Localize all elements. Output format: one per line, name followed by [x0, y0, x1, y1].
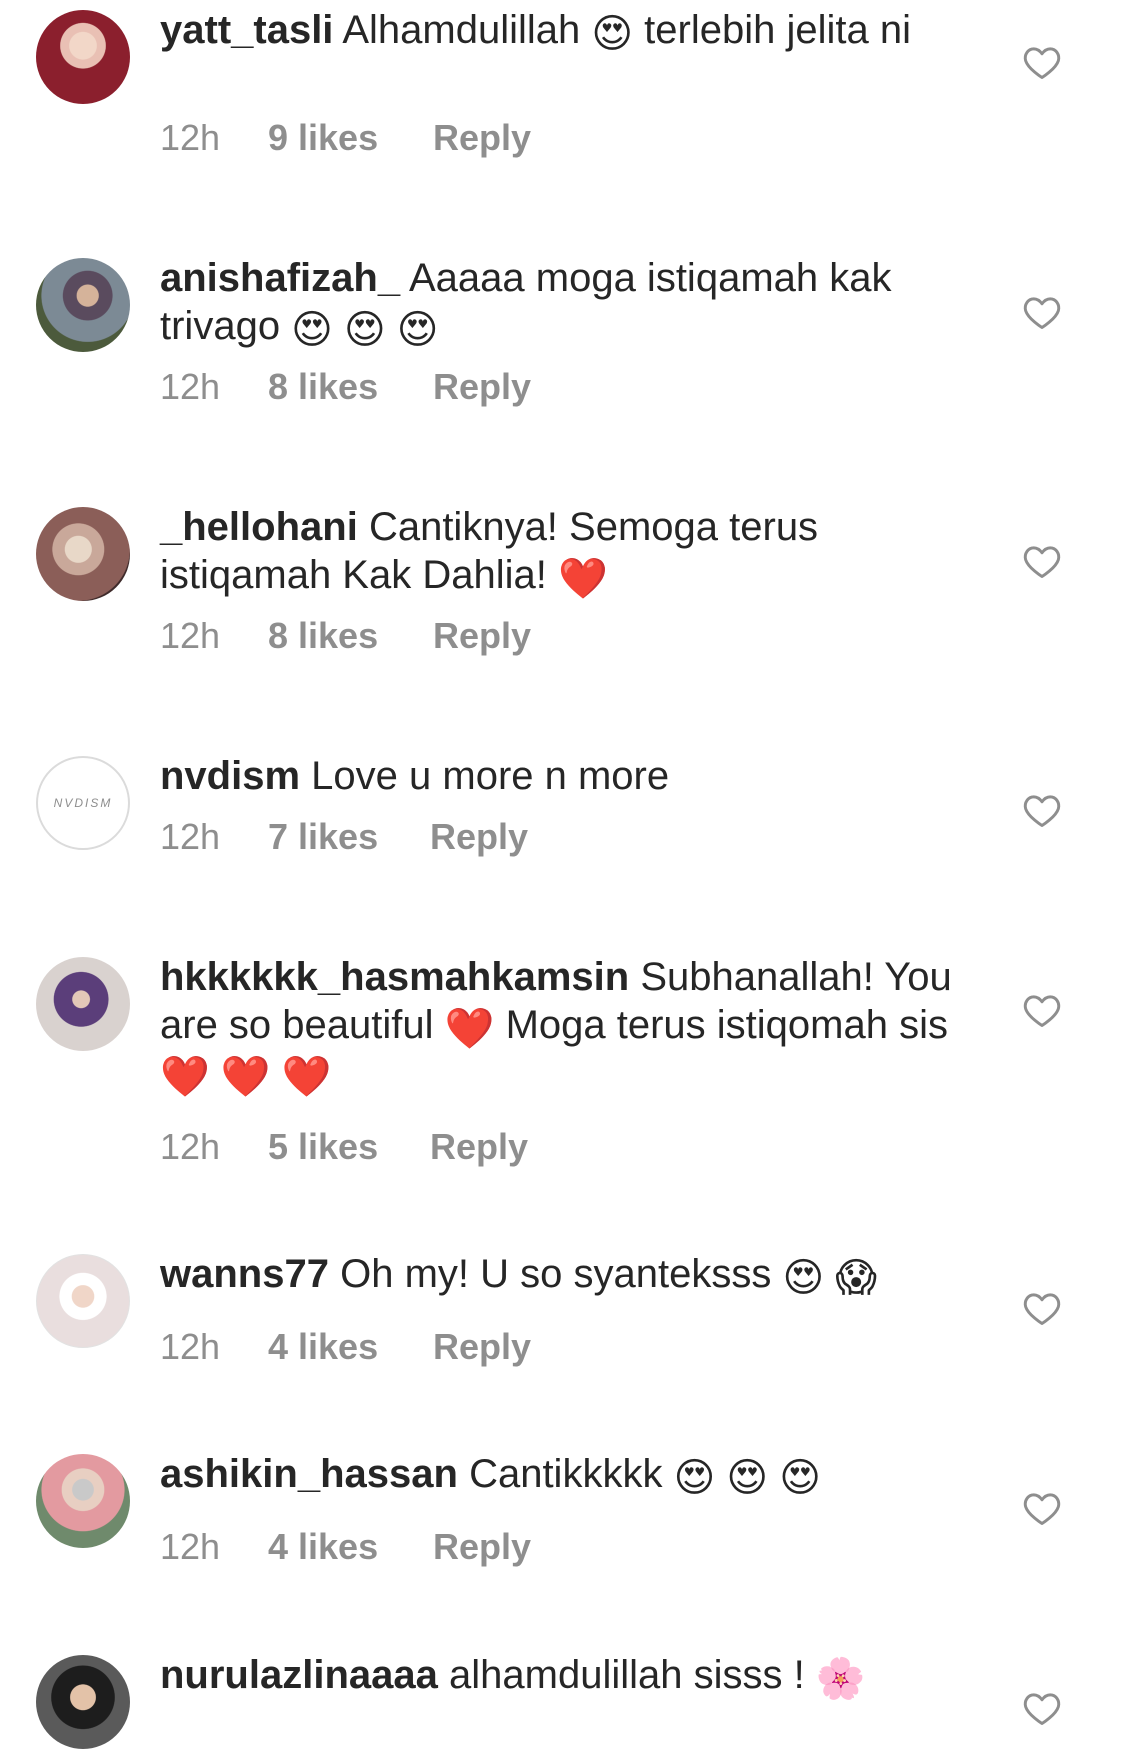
- likes-count[interactable]: 9 likes: [268, 118, 433, 158]
- comment-body: terlebih jelita ni: [633, 8, 911, 52]
- heart-outline-icon[interactable]: [1022, 294, 1062, 330]
- comment-meta: 12h 8 likes Reply: [160, 367, 531, 407]
- comment-meta: 12h 8 likes Reply: [160, 616, 531, 656]
- comment-username[interactable]: _hellohani: [160, 505, 358, 549]
- comment-time: 12h: [160, 1526, 221, 1567]
- comment-text: wanns77 Oh my! U so syanteksss 😍 😱: [160, 1250, 960, 1298]
- heart-outline-icon[interactable]: [1022, 1690, 1062, 1726]
- red-heart-emoji-icon: ❤️: [444, 1007, 495, 1051]
- comment-meta: 12h 4 likes Reply: [160, 1327, 531, 1367]
- comment-username[interactable]: nurulazlinaaaa: [160, 1653, 438, 1697]
- red-heart-emoji-icon: ❤️: [557, 557, 608, 601]
- heart-eyes-emoji-icon: 😍 😍 😍: [673, 1456, 821, 1500]
- avatar[interactable]: [36, 1254, 130, 1348]
- comment-body: Love u more n more: [311, 754, 670, 798]
- avatar[interactable]: [36, 258, 130, 352]
- heart-outline-icon[interactable]: [1022, 44, 1062, 80]
- reply-button[interactable]: Reply: [433, 367, 531, 407]
- comment-time: 12h: [160, 117, 221, 158]
- comment-text: _hellohani Cantiknya! Semoga terus istiq…: [160, 503, 960, 599]
- heart-outline-icon[interactable]: [1022, 792, 1062, 828]
- comment-time: 12h: [160, 1326, 221, 1367]
- comment-body: Oh my! U so syanteksss: [340, 1252, 783, 1296]
- comment-meta: 12h 9 likes Reply: [160, 118, 531, 158]
- avatar-logo-text: NVDISM: [53, 796, 113, 810]
- comment-body: Alhamdulillah: [342, 8, 592, 52]
- emoji-icons: 😍 😱: [782, 1256, 877, 1300]
- comment-time: 12h: [160, 816, 221, 857]
- heart-outline-icon[interactable]: [1022, 1290, 1062, 1326]
- heart-outline-icon[interactable]: [1022, 543, 1062, 579]
- avatar[interactable]: [36, 10, 130, 104]
- heart-outline-icon[interactable]: [1022, 992, 1062, 1028]
- avatar[interactable]: [36, 1454, 130, 1548]
- avatar[interactable]: [36, 1655, 130, 1749]
- cherry-blossom-emoji-icon: 🌸: [815, 1657, 866, 1701]
- comments-list: yatt_tasli Alhamdulillah 😍 terlebih jeli…: [0, 0, 1125, 1749]
- comment-username[interactable]: yatt_tasli: [160, 8, 333, 52]
- reply-button[interactable]: Reply: [433, 616, 531, 656]
- likes-count[interactable]: 5 likes: [268, 1127, 430, 1167]
- comment-meta: 12h 7 likes Reply: [160, 817, 528, 857]
- likes-count[interactable]: 7 likes: [268, 817, 430, 857]
- comment-username[interactable]: nvdism: [160, 754, 300, 798]
- reply-button[interactable]: Reply: [433, 1527, 531, 1567]
- avatar[interactable]: [36, 507, 130, 601]
- likes-count[interactable]: 4 likes: [268, 1527, 433, 1567]
- comment-text: yatt_tasli Alhamdulillah 😍 terlebih jeli…: [160, 6, 960, 54]
- red-heart-emoji-icon: ❤️ ❤️ ❤️: [160, 1055, 332, 1099]
- comment-meta: 12h 5 likes Reply: [160, 1127, 528, 1167]
- heart-eyes-emoji-icon: 😍 😍 😍: [291, 308, 439, 352]
- comment-username[interactable]: anishafizah_: [160, 256, 400, 300]
- comment-text: hkkkkkk_hasmahkamsin Subhanallah! You ar…: [160, 953, 960, 1097]
- comment-body: alhamdulillah sisss !: [449, 1653, 816, 1697]
- comment-time: 12h: [160, 366, 221, 407]
- reply-button[interactable]: Reply: [430, 817, 528, 857]
- likes-count[interactable]: 4 likes: [268, 1327, 433, 1367]
- avatar[interactable]: [36, 957, 130, 1051]
- likes-count[interactable]: 8 likes: [268, 367, 433, 407]
- comment-meta: 12h 4 likes Reply: [160, 1527, 531, 1567]
- reply-button[interactable]: Reply: [430, 1127, 528, 1167]
- comment-text: ashikin_hassan Cantikkkkk 😍 😍 😍: [160, 1450, 960, 1498]
- heart-outline-icon[interactable]: [1022, 1490, 1062, 1526]
- comment-username[interactable]: hkkkkkk_hasmahkamsin: [160, 955, 629, 999]
- comment-text: nvdism Love u more n more: [160, 752, 960, 800]
- reply-button[interactable]: Reply: [433, 1327, 531, 1367]
- comment-body: Cantikkkkk: [469, 1452, 674, 1496]
- comment-time: 12h: [160, 615, 221, 656]
- comment-username[interactable]: wanns77: [160, 1252, 329, 1296]
- reply-button[interactable]: Reply: [433, 118, 531, 158]
- avatar[interactable]: NVDISM: [36, 756, 130, 850]
- comment-text: nurulazlinaaaa alhamdulillah sisss ! 🌸: [160, 1651, 960, 1699]
- heart-eyes-emoji-icon: 😍: [591, 12, 634, 56]
- comment-time: 12h: [160, 1126, 221, 1167]
- comment-username[interactable]: ashikin_hassan: [160, 1452, 458, 1496]
- likes-count[interactable]: 8 likes: [268, 616, 433, 656]
- comment-text: anishafizah_ Aaaaa moga istiqamah kak tr…: [160, 254, 960, 350]
- comment-body: Moga terus istiqomah sis: [494, 1003, 948, 1047]
